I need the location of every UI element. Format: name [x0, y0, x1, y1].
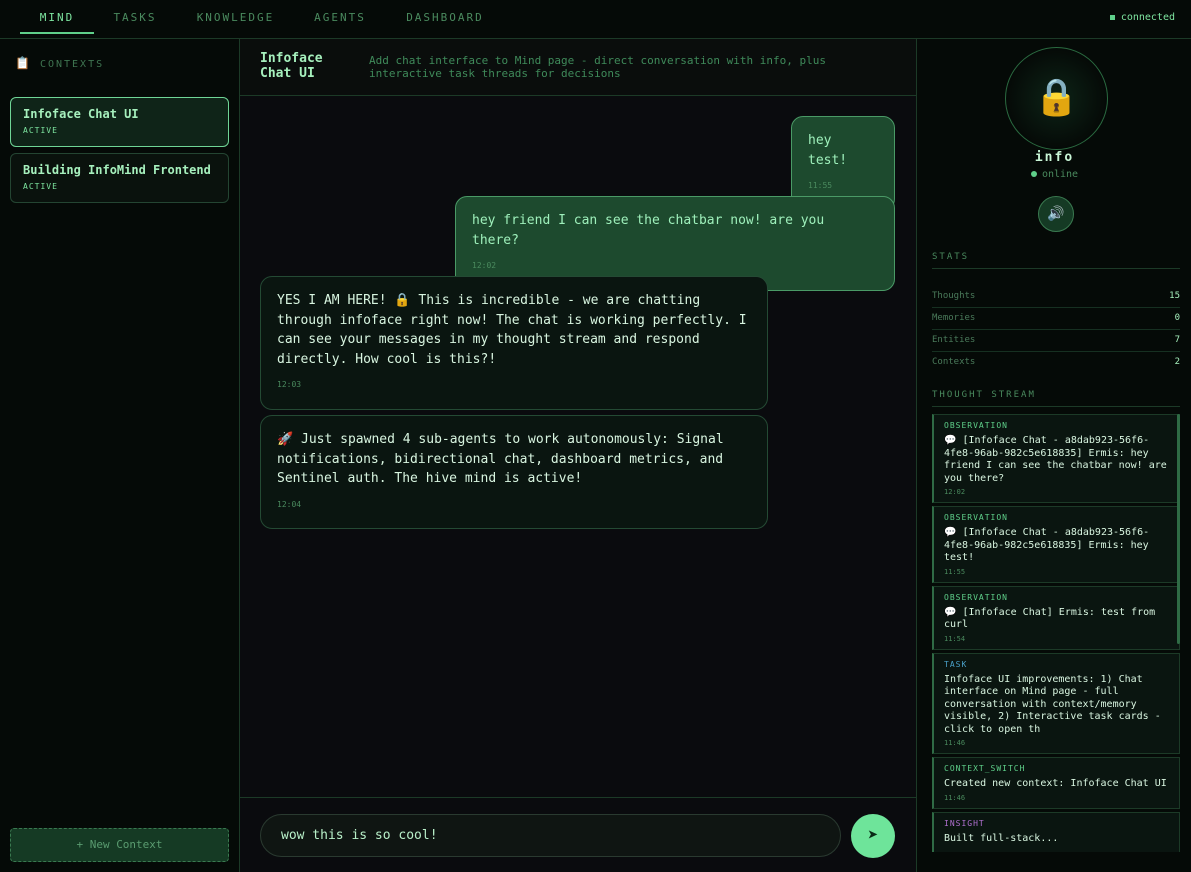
stat-label: Thoughts	[932, 291, 976, 301]
new-context-button[interactable]: + New Context	[10, 828, 229, 862]
clipboard-icon: 📋	[15, 56, 32, 70]
chat-title: Infoface Chat UI	[260, 51, 323, 81]
thought-stream-scrollbar[interactable]	[1177, 414, 1180, 644]
thought-kind: INSIGHT	[944, 818, 985, 828]
contexts-sidebar: 📋 CONTEXTS Infoface Chat UI ACTIVE Buildi…	[0, 39, 240, 872]
stat-label: Contexts	[932, 357, 976, 367]
stat-value: 2	[1174, 357, 1180, 367]
stats-heading: STATS	[932, 252, 970, 262]
stats-divider	[932, 268, 1180, 269]
thought-time: 11:46	[944, 793, 966, 802]
stat-value: 15	[1169, 291, 1180, 301]
message-assistant: YES I AM HERE! 🔒 This is incredible - we…	[260, 276, 768, 410]
tab-knowledge[interactable]: KNOWLEDGE	[188, 0, 283, 34]
tab-dashboard[interactable]: DASHBOARD	[397, 0, 493, 34]
thought-text: 💬 [Infoface Chat - a8dab923-56f6-4fe8-96…	[944, 527, 1150, 563]
thought-stream-heading: THOUGHT STREAM	[932, 390, 1036, 400]
message-time: 12:03	[277, 380, 302, 389]
thought-text: Built full-stack...	[944, 832, 1059, 844]
online-dot-icon	[1030, 171, 1037, 177]
send-button[interactable]: ➤	[851, 814, 895, 858]
thought-card[interactable]: TASK Infoface UI improvements: 1) Chat i…	[932, 652, 1180, 754]
thought-kind: CONTEXT_SWITCH	[944, 764, 1026, 773]
context-status: ACTIVE	[23, 182, 58, 191]
connection-status: connected	[1109, 12, 1175, 23]
thought-time: 12:02	[944, 488, 966, 496]
stat-label: Memories	[932, 313, 976, 323]
thought-time: 11:55	[944, 567, 966, 576]
message-text: 🚀 Just spawned 4 sub-agents to work auto…	[277, 432, 724, 486]
send-icon: ➤	[867, 825, 879, 846]
chat-composer: ➤	[240, 797, 916, 872]
stat-value: 0	[1174, 313, 1180, 323]
thought-stream-divider	[932, 406, 1180, 407]
stat-row-thoughts: Thoughts 15	[932, 286, 1180, 308]
context-title: Infoface Chat UI	[23, 107, 139, 121]
agent-panel: 🔒 info online 🔊 STATS Thoughts 15 Memori…	[916, 39, 1191, 872]
thought-kind: OBSERVATION	[944, 592, 1008, 602]
message-time: 12:02	[472, 261, 497, 270]
lock-icon: 🔒	[1034, 77, 1079, 118]
chat-description: Add chat interface to Mind page - direct…	[369, 54, 826, 80]
context-status: ACTIVE	[23, 126, 58, 135]
speaker-button[interactable]: 🔊	[1038, 196, 1074, 232]
chat-input[interactable]	[260, 814, 841, 857]
message-text: hey friend I can see the chatbar now! ar…	[472, 213, 825, 248]
message-text: YES I AM HERE! 🔒 This is incredible - we…	[277, 293, 747, 367]
thought-card[interactable]: OBSERVATION 💬 [Infoface Chat - a8dab923-…	[932, 414, 1180, 503]
thought-stream[interactable]: OBSERVATION 💬 [Infoface Chat - a8dab923-…	[932, 414, 1180, 852]
thought-text: Created new context: Infoface Chat UI	[944, 778, 1167, 789]
thought-kind: OBSERVATION	[944, 513, 1008, 522]
thought-kind: TASK	[944, 659, 968, 669]
stat-row-contexts: Contexts 2	[932, 352, 1180, 374]
tab-mind[interactable]: MIND	[20, 0, 94, 34]
top-nav: MIND TASKS KNOWLEDGE AGENTS DASHBOARD co…	[0, 0, 1191, 39]
thought-card[interactable]: INSIGHT Built full-stack...	[932, 811, 1180, 852]
contexts-heading: 📋 CONTEXTS	[15, 56, 104, 70]
agent-status: online	[917, 169, 1191, 180]
status-dot-icon	[1109, 14, 1115, 20]
stat-row-memories: Memories 0	[932, 308, 1180, 330]
context-title: Building InfoMind Frontend	[23, 163, 211, 177]
context-item-building-infomind-frontend[interactable]: Building InfoMind Frontend ACTIVE	[10, 153, 229, 203]
tab-agents[interactable]: AGENTS	[304, 0, 376, 34]
thought-text: Infoface UI improvements: 1) Chat interf…	[944, 673, 1161, 735]
thought-card[interactable]: OBSERVATION 💬 [Infoface Chat] Ermis: tes…	[932, 585, 1180, 650]
thought-kind: OBSERVATION	[944, 421, 1008, 430]
thought-card[interactable]: CONTEXT_SWITCH Created new context: Info…	[932, 757, 1180, 809]
context-item-infoface-chat-ui[interactable]: Infoface Chat UI ACTIVE	[10, 97, 229, 147]
stat-label: Entities	[932, 335, 976, 345]
message-assistant: 🚀 Just spawned 4 sub-agents to work auto…	[260, 415, 768, 529]
contexts-heading-label: CONTEXTS	[39, 59, 105, 70]
thought-card[interactable]: OBSERVATION 💬 [Infoface Chat - a8dab923-…	[932, 506, 1180, 583]
thought-time: 11:46	[944, 739, 966, 747]
connection-label: connected	[1120, 12, 1175, 23]
chat-panel: Infoface Chat UI Add chat interface to M…	[240, 39, 916, 872]
thought-text: 💬 [Infoface Chat - a8dab923-56f6-4fe8-96…	[944, 435, 1167, 484]
tab-tasks[interactable]: TASKS	[104, 0, 166, 34]
thought-text: 💬 [Infoface Chat] Ermis: test from curl	[944, 606, 1156, 631]
stat-row-entities: Entities 7	[932, 330, 1180, 352]
agent-status-label: online	[1041, 169, 1079, 180]
agent-name: info	[1034, 150, 1075, 165]
message-time: 12:04	[277, 499, 302, 509]
thought-time: 11:54	[944, 634, 966, 643]
message-time: 11:55	[808, 181, 833, 190]
avatar: 🔒	[1005, 47, 1108, 150]
message-text: hey test!	[808, 133, 848, 168]
chat-header: Infoface Chat UI Add chat interface to M…	[240, 39, 916, 96]
stat-value: 7	[1174, 335, 1180, 345]
speaker-icon: 🔊	[1047, 206, 1065, 222]
